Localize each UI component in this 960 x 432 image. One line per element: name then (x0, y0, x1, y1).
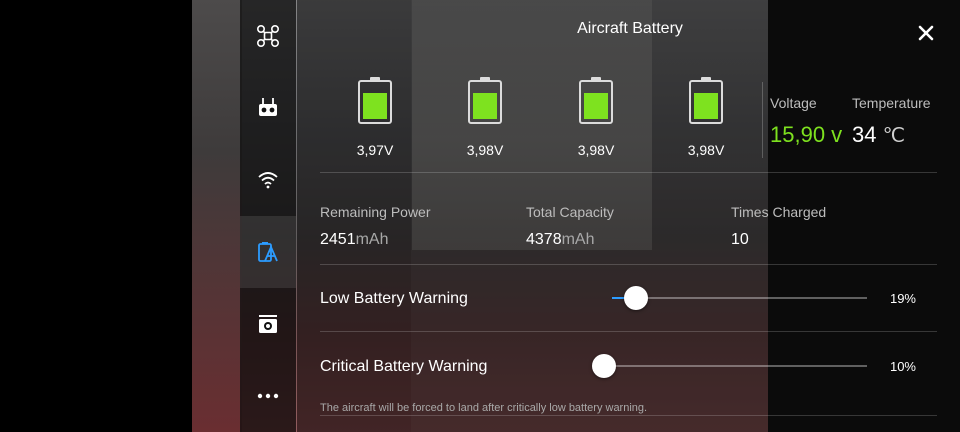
remaining-power-number: 2451 (320, 231, 356, 248)
sidebar (240, 0, 296, 432)
cell-battery-icon (689, 77, 723, 124)
close-icon (918, 25, 934, 45)
total-capacity-label: Total Capacity (526, 204, 614, 220)
battery-cell: 3,98V (453, 77, 517, 158)
remote-controller-icon (257, 97, 279, 119)
temperature-label: Temperature (852, 95, 931, 111)
voltage-value: 15,90 v (770, 122, 843, 147)
critical-battery-percent: 10% (889, 359, 916, 374)
voltage-label: Voltage (770, 95, 817, 111)
remaining-power-label: Remaining Power (320, 204, 431, 220)
low-battery-percent: 19% (889, 291, 916, 306)
total-capacity-value: 4378mAh (526, 231, 595, 249)
cells-divider (762, 82, 763, 158)
temperature-unit: ℃ (882, 125, 906, 147)
divider (320, 331, 937, 332)
cell-voltage: 3,98V (466, 142, 504, 158)
low-battery-warning-label: Low Battery Warning (320, 290, 468, 307)
page-title: Aircraft Battery (577, 20, 683, 37)
sidebar-item-more[interactable] (240, 360, 296, 432)
close-button[interactable] (913, 22, 939, 48)
battery-icon (257, 241, 279, 263)
temperature-number: 34 (852, 122, 877, 147)
cell-battery-icon (468, 77, 502, 124)
temperature-value: 34 ℃ (852, 122, 905, 148)
sidebar-item-wifi[interactable] (240, 144, 296, 216)
wifi-icon (257, 171, 279, 189)
times-charged-value: 10 (731, 231, 749, 248)
critical-battery-warning-label: Critical Battery Warning (320, 358, 488, 375)
cell-voltage: 3,98V (577, 142, 615, 158)
camera-icon (257, 313, 279, 335)
sidebar-item-battery[interactable] (240, 216, 296, 288)
cell-battery-icon (358, 77, 392, 124)
times-charged-label: Times Charged (731, 204, 827, 220)
critical-battery-slider[interactable] (592, 354, 867, 378)
low-battery-slider-thumb[interactable] (624, 286, 648, 310)
cell-voltage: 3,98V (687, 142, 725, 158)
more-icon (257, 393, 279, 399)
sidebar-item-remote-controller[interactable] (240, 72, 296, 144)
battery-cell: 3,98V (674, 77, 738, 158)
divider (320, 264, 937, 265)
divider (320, 415, 937, 416)
divider (320, 172, 937, 173)
cell-voltage: 3,97V (356, 142, 394, 158)
battery-cell: 3,97V (343, 77, 407, 158)
critical-warning-note: The aircraft will be forced to land afte… (320, 402, 648, 414)
drone-icon (256, 24, 280, 48)
total-capacity-unit: mAh (561, 231, 595, 248)
sidebar-item-camera[interactable] (240, 288, 296, 360)
critical-battery-slider-thumb[interactable] (592, 354, 616, 378)
sidebar-item-aircraft[interactable] (240, 0, 296, 72)
battery-cell: 3,98V (564, 77, 628, 158)
cell-battery-icon (579, 77, 613, 124)
low-battery-slider[interactable] (612, 286, 867, 310)
remaining-power-value: 2451mAh (320, 231, 389, 249)
remaining-power-unit: mAh (355, 231, 389, 248)
total-capacity-number: 4378 (526, 231, 562, 248)
